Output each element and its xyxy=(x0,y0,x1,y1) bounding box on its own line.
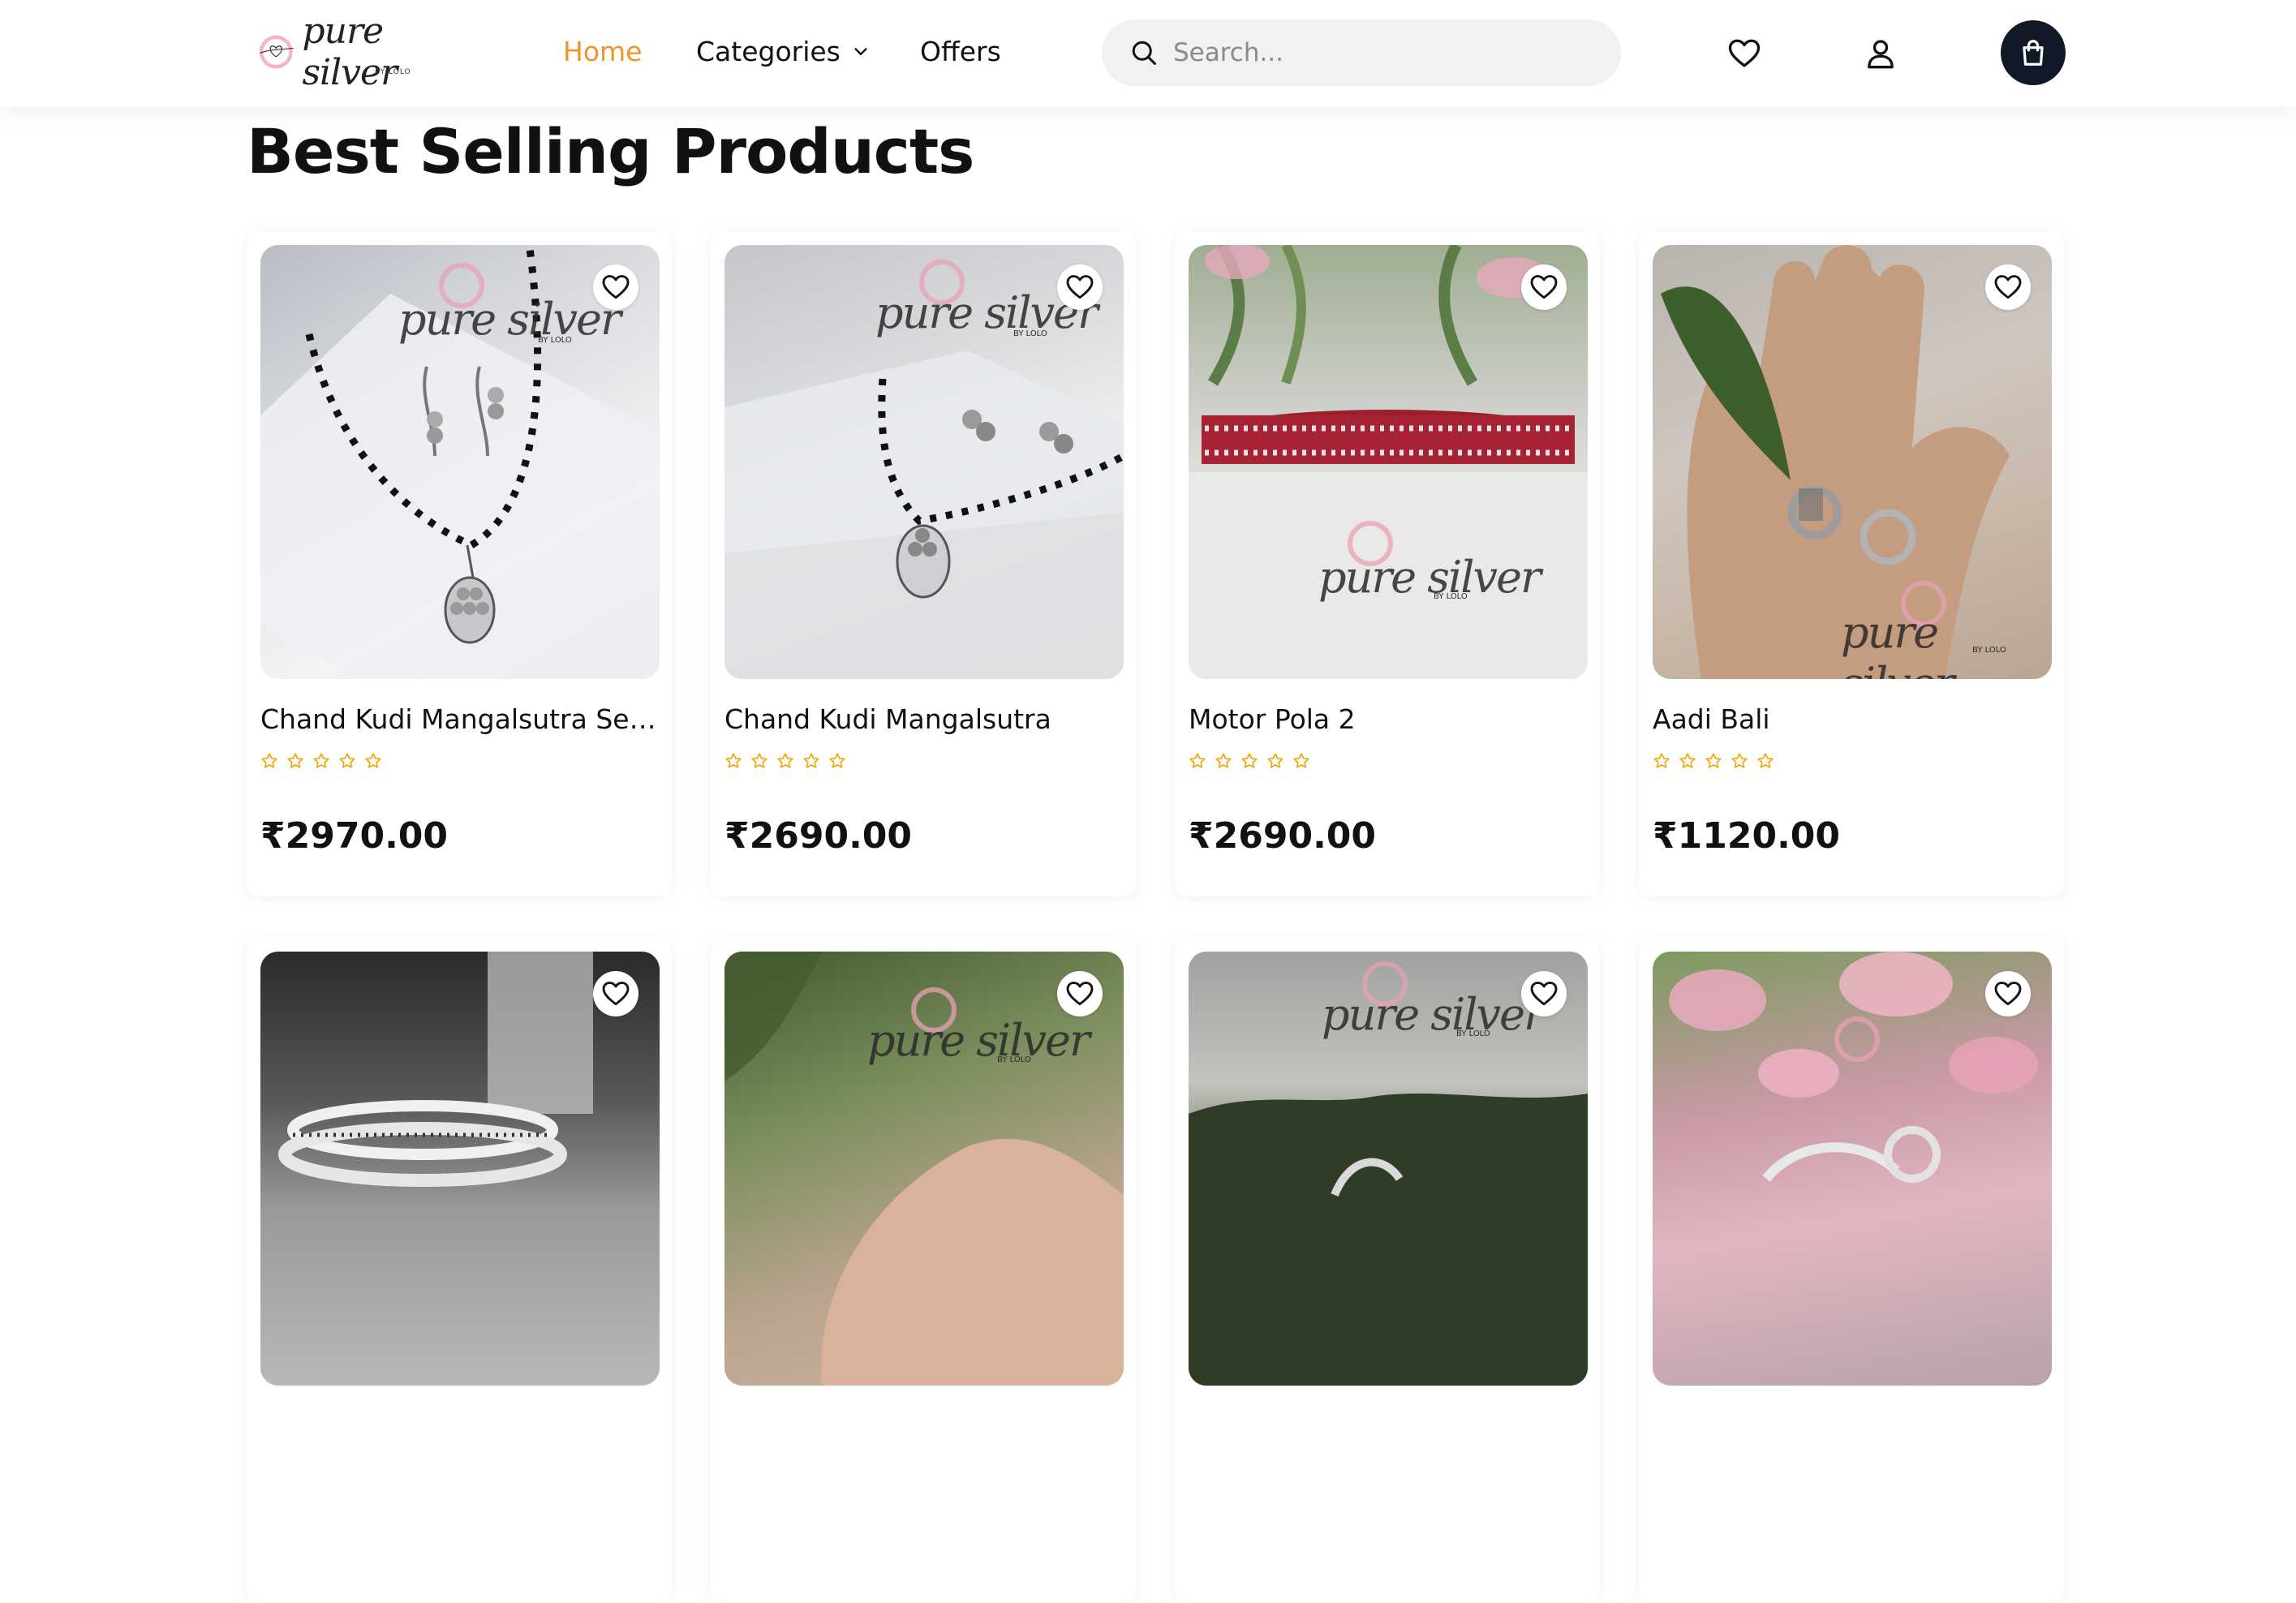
rating-stars xyxy=(260,752,382,770)
heart-icon xyxy=(1994,982,2022,1006)
logo-subtitle: BY LOLO xyxy=(375,68,411,76)
product-card[interactable]: pure silver BY LOLO Chand Kudi Mangalsut… xyxy=(247,231,672,896)
wishlist-toggle-button[interactable] xyxy=(1057,264,1103,310)
search-bar xyxy=(1102,19,1621,86)
star-icon xyxy=(287,753,303,768)
wishlist-toggle-button[interactable] xyxy=(1057,971,1103,1016)
nav-home-link[interactable]: Home xyxy=(563,36,642,67)
product-image[interactable]: pure silver BY LOLO xyxy=(260,245,660,679)
product-card[interactable]: pure silver BY LOLO Motor Pola 2 ₹2690.0… xyxy=(1175,231,1600,896)
nav-categories-label: Categories xyxy=(696,36,841,67)
watermark-word: pure silver xyxy=(1322,989,1545,1040)
product-name[interactable]: Chand Kudi Mangalsutra Set (Wi... xyxy=(260,703,658,735)
star-icon xyxy=(365,753,381,768)
heart-icon xyxy=(1530,982,1558,1006)
product-image[interactable]: pure silver BY LOLO xyxy=(1189,952,1588,1386)
star-icon xyxy=(1293,753,1309,768)
product-price: ₹2690.00 xyxy=(1189,815,1377,857)
watermark-sub: BY LOLO xyxy=(1434,592,1468,601)
rating-stars xyxy=(724,752,846,770)
wishlist-toggle-button[interactable] xyxy=(1521,264,1567,310)
product-name[interactable]: Aadi Bali xyxy=(1653,703,2050,735)
section-title: Best Selling Products xyxy=(247,115,974,187)
heart-icon xyxy=(602,982,630,1006)
site-header: pure silver BY LOLO Home Categories Offe… xyxy=(0,0,2296,107)
star-icon xyxy=(1215,753,1232,768)
product-price: ₹2970.00 xyxy=(260,815,449,857)
star-icon xyxy=(1653,753,1670,768)
watermark-word: pure silver xyxy=(867,1015,1090,1066)
rating-stars xyxy=(1653,752,1774,770)
search-icon xyxy=(1132,41,1156,65)
product-image[interactable] xyxy=(1653,952,2052,1386)
logo-heart-icon xyxy=(259,35,294,69)
wishlist-toggle-button[interactable] xyxy=(593,971,638,1016)
watermark-sub: BY LOLO xyxy=(997,1055,1031,1064)
star-icon xyxy=(339,753,355,768)
rating-stars xyxy=(1189,752,1310,770)
star-icon xyxy=(777,753,793,768)
watermark-word: pure silver xyxy=(1318,552,1541,603)
watermark-word: pure silver xyxy=(1841,607,1955,679)
nav-categories-dropdown[interactable]: Categories xyxy=(696,36,870,67)
shopping-bag-icon xyxy=(2023,40,2044,66)
product-image[interactable]: pure silver BY LOLO xyxy=(1653,245,2052,679)
heart-icon xyxy=(1066,982,1094,1006)
heart-icon xyxy=(1066,275,1094,299)
user-icon xyxy=(1868,40,1894,69)
wishlist-toggle-button[interactable] xyxy=(1985,264,2031,310)
product-card[interactable] xyxy=(247,938,672,1603)
wishlist-toggle-button[interactable] xyxy=(593,264,638,310)
product-image[interactable]: pure silver BY LOLO xyxy=(1189,245,1588,679)
wishlist-button[interactable] xyxy=(1725,34,1764,73)
star-icon xyxy=(1267,753,1283,768)
star-icon xyxy=(313,753,329,768)
wishlist-toggle-button[interactable] xyxy=(1521,971,1567,1016)
product-name[interactable]: Chand Kudi Mangalsutra xyxy=(724,703,1122,735)
nav-offers-link[interactable]: Offers xyxy=(920,36,1001,67)
product-image[interactable]: pure silver BY LOLO xyxy=(724,952,1124,1386)
star-icon xyxy=(1241,753,1258,768)
heart-icon xyxy=(1728,39,1761,67)
product-price: ₹2690.00 xyxy=(724,815,913,857)
watermark-sub: BY LOLO xyxy=(1972,646,2006,655)
product-name[interactable]: Motor Pola 2 xyxy=(1189,703,1586,735)
search-input[interactable] xyxy=(1173,38,1579,67)
watermark-sub: BY LOLO xyxy=(538,336,572,345)
product-card[interactable]: pure silver BY LOLO Chand Kudi Mangalsut… xyxy=(711,231,1136,896)
product-image[interactable] xyxy=(260,952,660,1386)
star-icon xyxy=(1757,753,1774,768)
product-card[interactable]: pure silver BY LOLO Aadi Bali ₹1120.00 xyxy=(1639,231,2064,896)
watermark-word: pure silver xyxy=(398,294,621,345)
heart-icon xyxy=(1530,275,1558,299)
heart-icon xyxy=(602,275,630,299)
star-icon xyxy=(725,753,742,768)
product-card[interactable]: pure silver BY LOLO xyxy=(711,938,1136,1603)
wishlist-toggle-button[interactable] xyxy=(1985,971,2031,1016)
chevron-down-icon xyxy=(854,47,867,55)
product-price: ₹1120.00 xyxy=(1653,815,1841,857)
watermark-ring xyxy=(1834,1016,1880,1062)
watermark-sub: BY LOLO xyxy=(1456,1029,1490,1038)
star-icon xyxy=(1679,753,1696,768)
star-icon xyxy=(829,753,845,768)
star-icon xyxy=(1731,753,1748,768)
account-button[interactable] xyxy=(1861,34,1900,73)
star-icon xyxy=(1705,753,1722,768)
star-icon xyxy=(261,753,277,768)
product-card[interactable]: pure silver BY LOLO xyxy=(1175,938,1600,1603)
product-card[interactable] xyxy=(1639,938,2064,1603)
star-icon xyxy=(803,753,819,768)
product-image[interactable]: pure silver BY LOLO xyxy=(724,245,1124,679)
heart-icon xyxy=(1994,275,2022,299)
cart-button[interactable] xyxy=(2001,20,2066,85)
star-icon xyxy=(751,753,767,768)
watermark-sub: BY LOLO xyxy=(1013,329,1047,338)
logo-wordmark: pure silver xyxy=(302,11,398,93)
star-icon xyxy=(1189,753,1206,768)
brand-logo[interactable]: pure silver BY LOLO xyxy=(256,11,443,93)
